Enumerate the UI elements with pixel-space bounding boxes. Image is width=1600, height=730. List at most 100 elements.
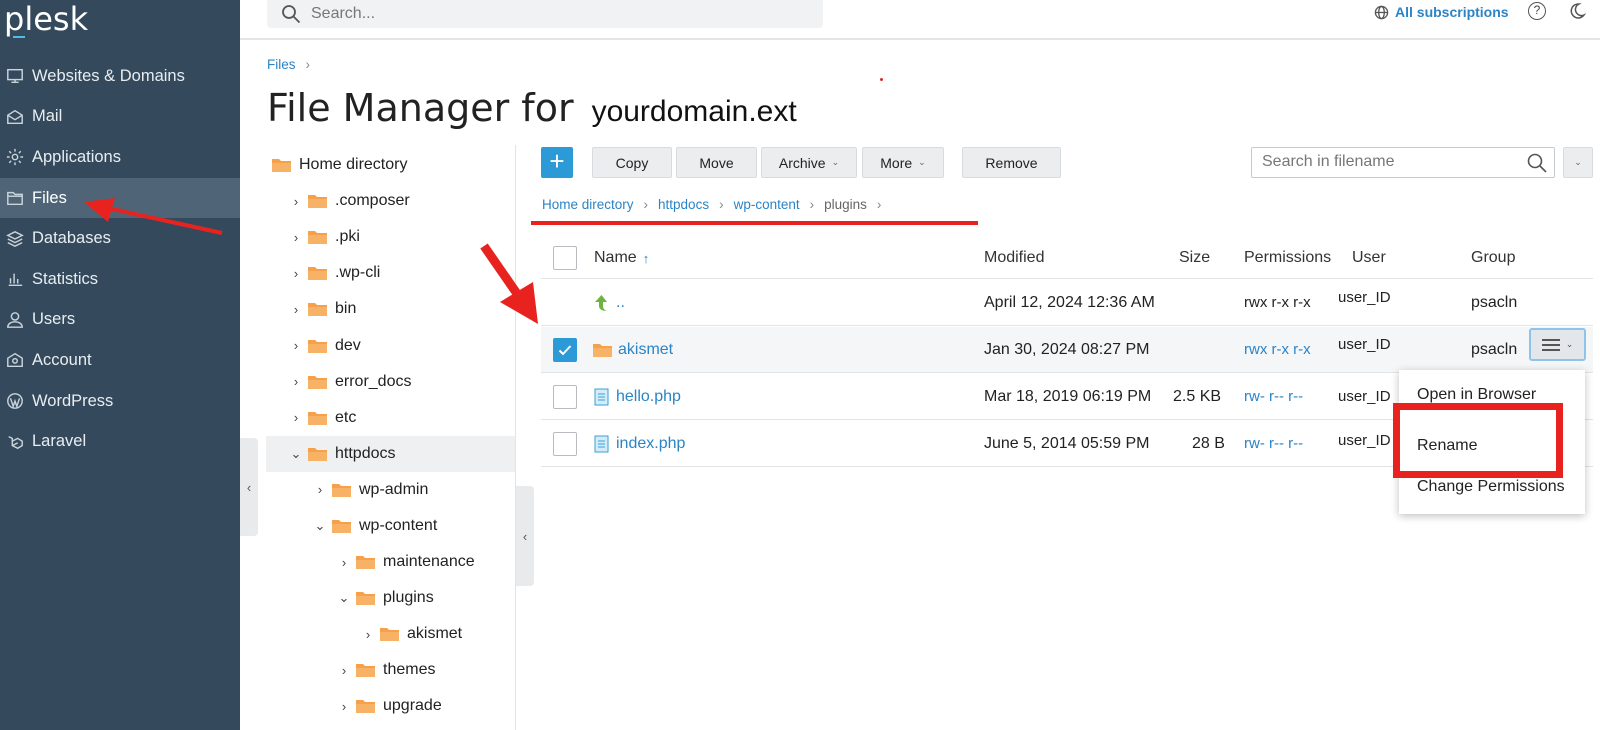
- sidebar-item-users[interactable]: Users: [0, 300, 240, 341]
- monitor-icon: [5, 66, 25, 86]
- tree-item-bin[interactable]: › bin: [266, 291, 516, 327]
- tree-item-label: wp-content: [359, 516, 438, 534]
- row-checkbox[interactable]: [553, 431, 577, 456]
- permissions-link[interactable]: rw- r-- r--: [1244, 421, 1303, 466]
- column-header-user[interactable]: User: [1352, 238, 1386, 278]
- chevron-right-icon[interactable]: ›: [314, 482, 326, 497]
- copy-button[interactable]: Copy: [592, 147, 672, 178]
- tree-item-upgrade[interactable]: › upgrade: [266, 688, 516, 724]
- tree-item-etc[interactable]: › etc: [266, 400, 516, 436]
- user-icon: [5, 310, 25, 330]
- folder-icon: [356, 700, 375, 714]
- folder-tree: Home directory › .composer › .pki › .wp-…: [266, 147, 516, 725]
- tree-item-wp-admin[interactable]: › wp-admin: [266, 472, 516, 508]
- menu-item-change-permissions[interactable]: Change Permissions: [1417, 478, 1565, 496]
- table-row[interactable]: .. April 12, 2024 12:36 AM rwx r-x r-x u…: [541, 280, 1593, 326]
- plesk-logo[interactable]: plesk: [4, 0, 88, 38]
- row-checkbox[interactable]: [553, 384, 577, 409]
- tree-item-label: etc: [335, 408, 357, 426]
- tree-item-themes[interactable]: › themes: [266, 652, 516, 688]
- tree-item-maintenance[interactable]: › maintenance: [266, 544, 516, 580]
- chevron-down-icon[interactable]: ⌄: [338, 590, 350, 606]
- add-button[interactable]: +: [541, 147, 573, 178]
- sidebar-nav: Websites & Domains Mail Applications Fil…: [0, 56, 240, 462]
- gear-icon: [5, 147, 25, 167]
- file-name-link[interactable]: ..: [616, 294, 625, 312]
- size-cell: 28 B: [1192, 434, 1225, 452]
- tree-item-label: bin: [335, 300, 357, 318]
- tree-item-dev[interactable]: › dev: [266, 327, 516, 363]
- menu-item-open-in-browser[interactable]: Open in Browser: [1417, 386, 1536, 404]
- permissions-link[interactable]: rw- r-- r--: [1244, 374, 1303, 419]
- sidebar-item-wordpress[interactable]: WordPress: [0, 381, 240, 422]
- more-button[interactable]: More ⌄: [862, 147, 944, 178]
- sidebar-item-statistics[interactable]: Statistics: [0, 259, 240, 300]
- global-search[interactable]: Search...: [267, 0, 823, 28]
- column-header-modified[interactable]: Modified: [984, 238, 1044, 278]
- chevron-right-icon[interactable]: ›: [290, 194, 302, 209]
- chevron-right-icon[interactable]: ›: [290, 338, 302, 353]
- table-row[interactable]: akismet Jan 30, 2024 08:27 PM rwx r-x r-…: [541, 327, 1593, 373]
- path-item-httpdocs[interactable]: httpdocs: [658, 197, 709, 212]
- chevron-down-icon[interactable]: ⌄: [290, 446, 302, 462]
- php-file-icon: [594, 435, 609, 452]
- sidebar-item-databases[interactable]: Databases: [0, 218, 240, 259]
- page-title: File Manager for yourdomain.ext: [267, 86, 797, 130]
- tree-item-wp-cli[interactable]: › .wp-cli: [266, 255, 516, 291]
- chevron-right-icon[interactable]: ›: [338, 663, 350, 678]
- chevron-right-icon[interactable]: ›: [290, 230, 302, 245]
- filename-search-input[interactable]: Search in filename: [1251, 147, 1555, 178]
- sidebar-collapse-handle[interactable]: ‹: [240, 438, 258, 536]
- sidebar-item-applications[interactable]: Applications: [0, 137, 240, 178]
- tree-item-home-directory[interactable]: Home directory: [266, 147, 516, 183]
- breadcrumb-files[interactable]: Files: [267, 57, 296, 72]
- sidebar-item-mail[interactable]: Mail: [0, 97, 240, 138]
- path-item-home-directory[interactable]: Home directory: [542, 197, 634, 212]
- folder-icon: [308, 447, 327, 461]
- column-header-size[interactable]: Size: [1179, 238, 1210, 278]
- move-button[interactable]: Move: [676, 147, 757, 178]
- tree-item-akismet[interactable]: › akismet: [266, 616, 516, 652]
- sidebar-item-websites-domains[interactable]: Websites & Domains: [0, 56, 240, 97]
- chevron-down-icon[interactable]: ⌄: [314, 518, 326, 534]
- archive-button[interactable]: Archive ⌄: [761, 147, 857, 178]
- tree-item-httpdocs[interactable]: ⌄ httpdocs: [266, 435, 516, 472]
- tree-item-wp-content[interactable]: ⌄ wp-content: [266, 508, 516, 544]
- chevron-right-icon[interactable]: ›: [362, 627, 374, 642]
- chevron-right-icon[interactable]: ›: [290, 302, 302, 317]
- size-cell: 2.5 KB: [1173, 387, 1222, 405]
- tree-item-pki[interactable]: › .pki: [266, 219, 516, 255]
- tree-item-error-docs[interactable]: › error_docs: [266, 364, 516, 400]
- permissions-link[interactable]: rwx r-x r-x: [1244, 327, 1311, 372]
- sidebar-item-account[interactable]: Account: [0, 340, 240, 381]
- column-header-permissions[interactable]: Permissions: [1244, 238, 1331, 278]
- chevron-right-icon[interactable]: ›: [338, 555, 350, 570]
- help-icon[interactable]: ?: [1528, 2, 1546, 20]
- chevron-right-icon[interactable]: ›: [290, 266, 302, 281]
- column-header-group[interactable]: Group: [1471, 238, 1515, 278]
- remove-label: Remove: [985, 154, 1038, 171]
- file-name-link[interactable]: akismet: [618, 341, 673, 359]
- column-header-name[interactable]: Name ↑: [594, 238, 649, 278]
- chevron-right-icon[interactable]: ›: [338, 699, 350, 714]
- move-label: Move: [699, 154, 734, 171]
- path-item-wp-content[interactable]: wp-content: [734, 197, 800, 212]
- tree-item-plugins[interactable]: ⌄ plugins: [266, 580, 516, 616]
- tree-collapse-handle[interactable]: ‹: [516, 486, 534, 586]
- search-options-dropdown[interactable]: ⌄: [1563, 147, 1593, 178]
- row-checkbox[interactable]: [553, 337, 577, 362]
- select-all-checkbox[interactable]: [553, 246, 577, 270]
- tree-item-composer[interactable]: › .composer: [266, 183, 516, 219]
- all-subscriptions-link[interactable]: All subscriptions: [1374, 2, 1509, 22]
- sidebar-item-files[interactable]: Files: [0, 177, 240, 219]
- moon-icon[interactable]: [1568, 2, 1586, 20]
- remove-button[interactable]: Remove: [962, 147, 1061, 178]
- file-name-link[interactable]: hello.php: [616, 388, 681, 406]
- chevron-right-icon[interactable]: ›: [290, 374, 302, 389]
- row-actions-menu-button[interactable]: ⌄: [1529, 328, 1586, 361]
- sidebar-item-laravel[interactable]: Laravel: [0, 421, 240, 462]
- path-separator: ›: [719, 197, 724, 212]
- file-name-link[interactable]: index.php: [616, 435, 685, 453]
- chevron-right-icon[interactable]: ›: [290, 410, 302, 425]
- modified-cell: Jan 30, 2024 08:27 PM: [984, 340, 1150, 358]
